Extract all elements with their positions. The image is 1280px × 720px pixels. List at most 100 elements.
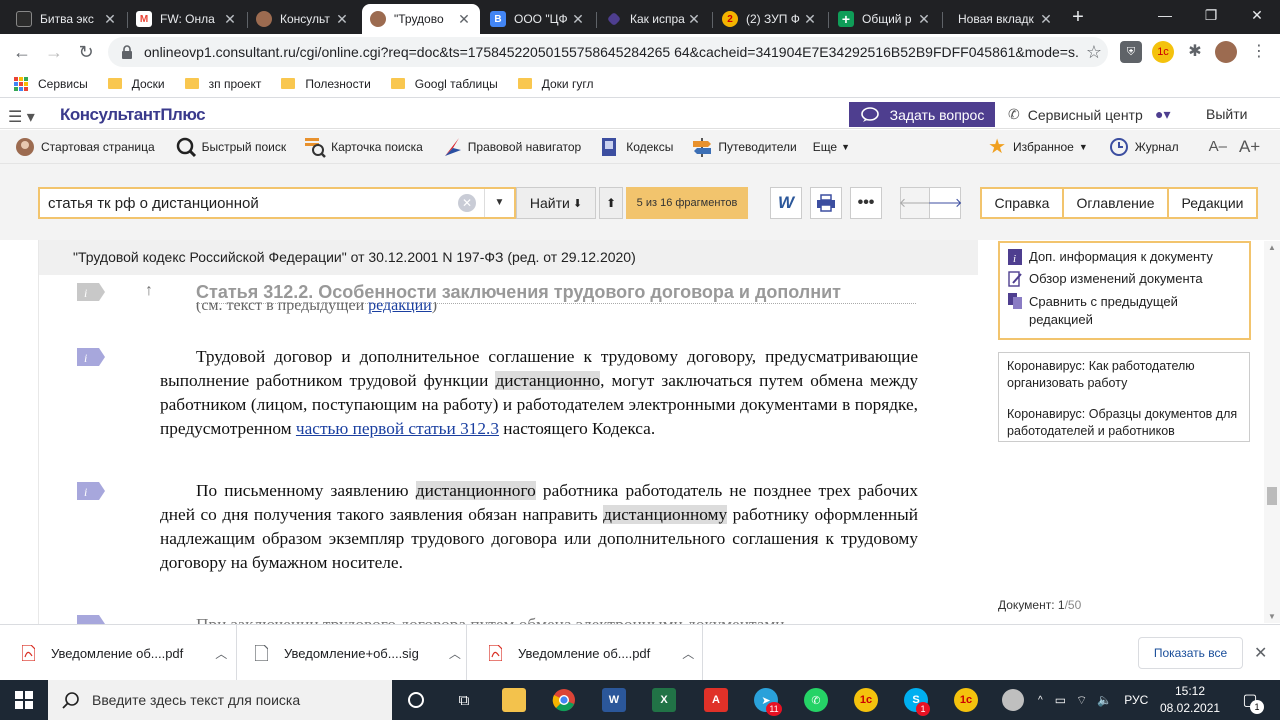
1c-extension-icon[interactable]: 1c [1152, 41, 1174, 63]
more-menu-button[interactable]: Еще ▼ [813, 140, 850, 154]
forward-arrow-icon[interactable]: → [38, 36, 70, 68]
profile-avatar[interactable] [1215, 41, 1237, 63]
info-marker-icon[interactable] [77, 615, 105, 624]
search-history-dropdown[interactable]: ▼ [484, 189, 514, 217]
task-view-icon[interactable]: ⧉ [452, 688, 476, 712]
start-page-button[interactable]: Стартовая страница [14, 136, 155, 158]
related-link[interactable]: Коронавирус: Образцы документов для рабо… [1007, 406, 1241, 440]
hamburger-menu-icon[interactable]: ☰ ▾ [8, 107, 35, 127]
browser-tab[interactable]: Консульт ✕ [248, 4, 358, 34]
service-center-link[interactable]: ✆ Сервисный центр [1008, 106, 1143, 123]
bookmark-folder[interactable]: зп проект [184, 77, 261, 91]
nav-forward-arrow-icon[interactable]: 🡒 [928, 187, 962, 219]
info-marker-icon[interactable]: i [77, 283, 105, 301]
tray-avatar-icon[interactable] [1002, 689, 1024, 711]
tab-close-icon[interactable]: ✕ [102, 11, 118, 28]
menu-kebab-icon[interactable]: ⋮ [1248, 41, 1270, 63]
document-search-input[interactable] [40, 190, 458, 216]
url-field[interactable]: onlineovp1.consultant.ru/cgi/online.cgi?… [108, 37, 1108, 67]
codes-button[interactable]: Кодексы [599, 136, 673, 158]
download-item[interactable]: Уведомление+об....sig ︿ [237, 625, 467, 681]
chrome-icon[interactable] [552, 688, 576, 712]
bookmark-star-icon[interactable]: ☆ [1080, 42, 1108, 63]
browser-tab[interactable]: Новая вкладк ✕ [944, 4, 1062, 34]
more-options-button[interactable]: ••• [850, 187, 882, 219]
article-link[interactable]: частью первой статьи 312.3 [296, 419, 499, 438]
download-item[interactable]: Уведомление об....pdf ︿ [0, 625, 237, 681]
tab-contents[interactable]: Оглавление [1062, 187, 1169, 219]
related-link[interactable]: Коронавирус: Как работодателю организова… [1007, 358, 1241, 392]
close-downloads-icon[interactable]: ✕ [1254, 643, 1267, 663]
battery-icon[interactable]: ▭ [1055, 693, 1066, 707]
language-indicator[interactable]: РУС [1124, 693, 1148, 707]
taskbar-search[interactable]: Введите здесь текст для поиска [48, 680, 392, 720]
browser-tab[interactable]: + Общий р ✕ [830, 4, 940, 34]
vertical-scrollbar[interactable]: ▲ ▼ [1264, 241, 1280, 623]
scroll-down-icon[interactable]: ▼ [1268, 612, 1276, 621]
find-previous-button[interactable]: ⬆ [599, 187, 623, 219]
whatsapp-icon[interactable]: ✆ [804, 688, 828, 712]
scrollbar-thumb[interactable] [1267, 487, 1277, 505]
quick-search-button[interactable]: Быстрый поиск [175, 136, 286, 158]
legal-navigator-button[interactable]: Правовой навигатор [441, 136, 581, 158]
bookmark-folder[interactable]: Googl таблицы [390, 77, 498, 91]
info-marker-icon[interactable]: i [77, 482, 105, 500]
tab-close-icon[interactable]: ✕ [916, 11, 932, 28]
doc-changes-link[interactable]: Обзор изменений документа [1008, 271, 1241, 287]
1c-icon[interactable]: 1c [854, 688, 878, 712]
user-menu-icon[interactable]: ●▾ [1155, 106, 1170, 123]
logout-link[interactable]: Выйти [1206, 106, 1247, 122]
show-all-downloads-button[interactable]: Показать все [1138, 637, 1243, 669]
ask-question-button[interactable]: Задать вопрос [849, 102, 995, 127]
clear-search-icon[interactable]: ✕ [458, 194, 476, 212]
download-item[interactable]: Уведомление об....pdf ︿ [467, 625, 703, 681]
tab-close-icon[interactable]: ✕ [802, 11, 818, 28]
file-explorer-icon[interactable] [502, 688, 526, 712]
browser-tab-active[interactable]: "Трудово ✕ [362, 4, 480, 34]
find-button[interactable]: Найти ⬇ [516, 187, 596, 219]
arrow-up-icon[interactable]: ↑ [145, 282, 153, 300]
tab-close-icon[interactable]: ✕ [222, 11, 238, 28]
1c-app-icon[interactable]: 1c [954, 688, 978, 712]
tab-close-icon[interactable]: ✕ [1038, 11, 1054, 28]
cortana-icon[interactable] [404, 688, 428, 712]
browser-tab[interactable]: Как испра ✕ [598, 4, 710, 34]
chevron-up-icon[interactable]: ︿ [215, 645, 227, 662]
bookmark-folder[interactable]: Доки гугл [517, 77, 593, 91]
journal-button[interactable]: Журнал [1108, 136, 1179, 158]
tab-close-icon[interactable]: ✕ [686, 11, 702, 28]
minimize-icon[interactable]: — [1142, 0, 1188, 30]
reload-icon[interactable]: ↻ [70, 36, 102, 68]
browser-tab[interactable]: Битва экс ✕ [8, 4, 126, 34]
guides-button[interactable]: Путеводители [691, 136, 797, 158]
puzzle-extensions-icon[interactable]: ✱ [1184, 41, 1206, 63]
font-decrease-button[interactable]: A– [1209, 138, 1227, 155]
scroll-up-icon[interactable]: ▲ [1268, 243, 1276, 252]
new-tab-button[interactable]: + [1066, 6, 1090, 30]
bookmark-folder[interactable]: Полезности [281, 77, 371, 91]
restore-icon[interactable]: ❐ [1188, 0, 1234, 30]
browser-tab[interactable]: B ООО "ЦФ ✕ [482, 4, 594, 34]
info-marker-icon[interactable]: i [77, 348, 105, 366]
chevron-up-icon[interactable]: ^ [1038, 695, 1043, 706]
acrobat-icon[interactable]: A [704, 688, 728, 712]
close-window-icon[interactable]: ✕ [1234, 0, 1280, 30]
previous-edition-link[interactable]: редакции [368, 302, 432, 314]
windows-start-button[interactable] [0, 680, 48, 720]
favorites-button[interactable]: ★ Избранное ▼ [986, 136, 1088, 158]
doc-info-link[interactable]: i Доп. информация к документу [1008, 249, 1241, 265]
chevron-up-icon[interactable]: ︿ [682, 645, 694, 662]
tab-close-icon[interactable]: ✕ [456, 11, 472, 28]
tab-editions[interactable]: Редакции [1167, 187, 1258, 219]
compare-edition-link[interactable]: Сравнить с предыдущей редакцией [1008, 293, 1241, 329]
word-icon[interactable]: W [602, 688, 626, 712]
print-button[interactable] [810, 187, 842, 219]
card-search-button[interactable]: Карточка поиска [304, 136, 423, 158]
back-arrow-icon[interactable]: ← [6, 36, 38, 68]
bookmark-apps[interactable]: Сервисы [14, 76, 88, 91]
network-icon[interactable]: ⌔ [1076, 693, 1087, 708]
browser-tab[interactable]: M FW: Онла ✕ [128, 4, 246, 34]
export-word-button[interactable]: W [770, 187, 802, 219]
shield-extension-icon[interactable]: ⛨ [1120, 41, 1142, 63]
tab-close-icon[interactable]: ✕ [570, 11, 586, 28]
